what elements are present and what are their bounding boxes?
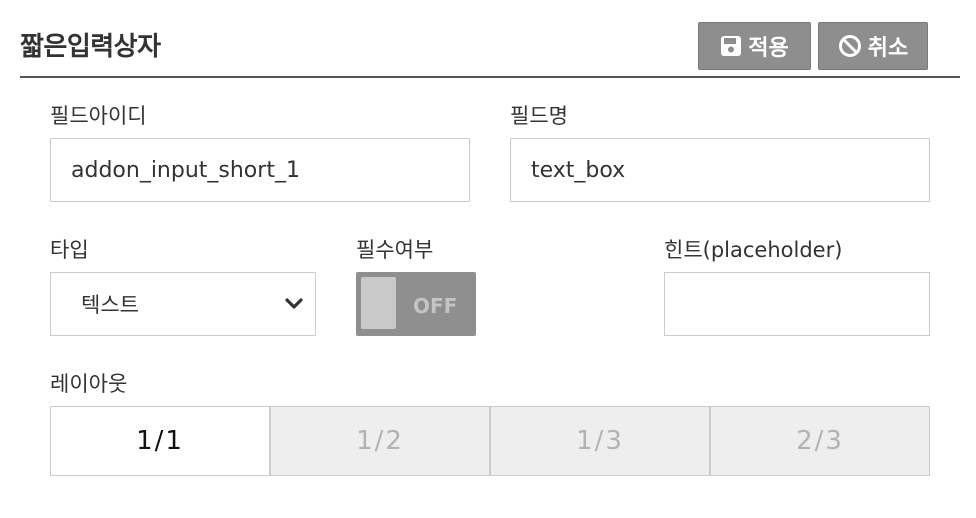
hint-label: 힌트(placeholder)	[664, 238, 843, 262]
layout-option-1-2[interactable]: 1/2	[270, 406, 490, 476]
required-toggle[interactable]: OFF	[356, 272, 476, 336]
layout-label: 레이아웃	[50, 372, 128, 396]
toggle-knob	[361, 277, 396, 329]
type-label: 타입	[50, 238, 89, 262]
type-select[interactable]: 텍스트	[50, 272, 316, 336]
toggle-state-text: OFF	[413, 294, 458, 318]
field-id-input[interactable]: addon_input_short_1	[50, 138, 470, 202]
chevron-down-icon	[285, 298, 303, 309]
save-icon	[721, 36, 742, 56]
field-name-input[interactable]: text_box	[510, 138, 930, 202]
type-select-value: 텍스트	[81, 293, 139, 317]
layout-option-2-3[interactable]: 2/3	[710, 406, 930, 476]
field-id-label: 필드아이디	[50, 104, 147, 128]
layout-option-1-3[interactable]: 1/3	[490, 406, 710, 476]
page-title: 짧은입력상자	[20, 32, 161, 62]
field-name-label: 필드명	[510, 104, 568, 128]
layout-option-1-1[interactable]: 1/1	[50, 406, 270, 476]
apply-button[interactable]: 적용	[698, 22, 811, 70]
ban-icon	[838, 35, 861, 57]
apply-button-label: 적용	[748, 36, 789, 61]
required-label: 필수여부	[356, 238, 434, 262]
cancel-button[interactable]: 취소	[818, 22, 928, 70]
hint-input[interactable]	[664, 272, 930, 336]
cancel-button-label: 취소	[867, 36, 909, 61]
